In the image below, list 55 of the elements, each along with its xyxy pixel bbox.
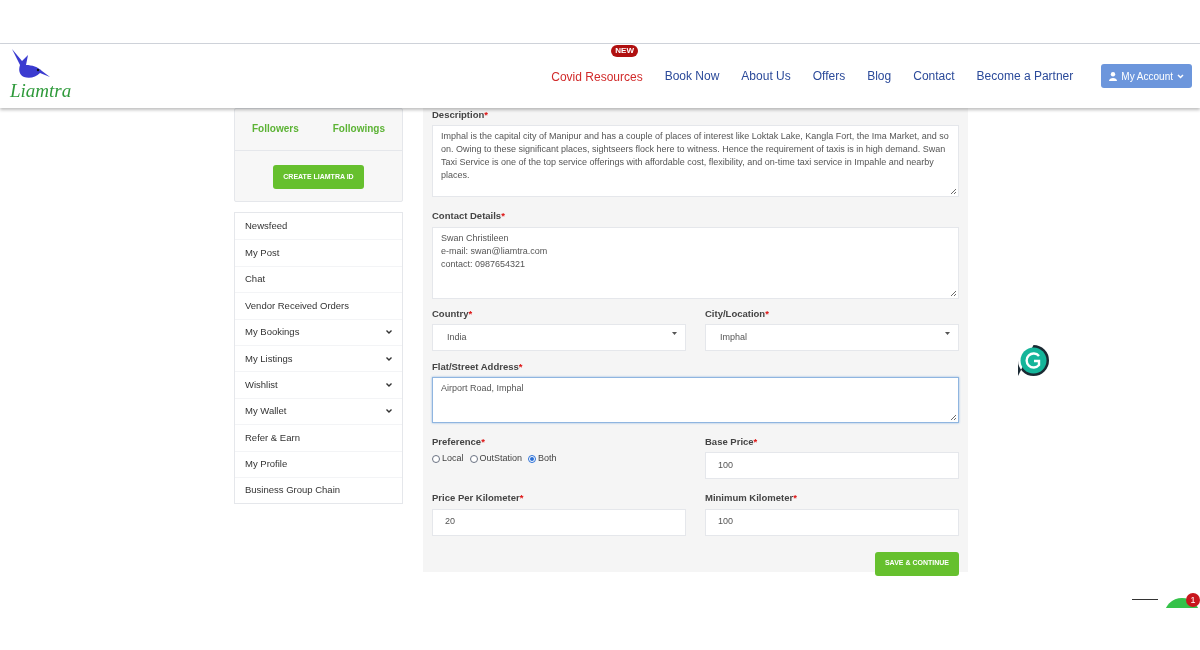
nav-link[interactable]: Become a Partner xyxy=(976,67,1074,85)
field-label: Flat/Street Address* xyxy=(432,359,524,374)
sidebar-item[interactable]: My Bookings xyxy=(235,318,402,345)
field-label: Minimum Kilometer* xyxy=(705,491,798,506)
logo-text: Liamtra xyxy=(10,79,72,103)
select-field[interactable]: India xyxy=(432,323,686,351)
sidebar-item[interactable]: My Listings xyxy=(235,344,402,372)
sidebar-item[interactable]: My Post xyxy=(235,239,402,266)
select-field[interactable]: Imphal xyxy=(705,323,959,351)
input-field[interactable]: 100 xyxy=(705,452,959,480)
dropdown-caret-icon xyxy=(945,331,950,335)
field-label: Contact Details* xyxy=(432,209,506,224)
text-area[interactable]: Swan Christileen e-mail: swan@liamtra.com contact: 0987654321 xyxy=(432,226,959,299)
radio-option[interactable]: Both xyxy=(528,452,557,466)
sidebar-item[interactable]: Chat xyxy=(235,265,402,293)
writing-assistant-icon[interactable] xyxy=(1017,344,1050,377)
input-field[interactable]: 100 xyxy=(705,508,959,536)
stat-label: Followings xyxy=(332,122,385,136)
chevron-down-icon xyxy=(386,409,392,414)
user-icon xyxy=(1109,71,1118,81)
stat-label: Followers xyxy=(252,122,299,136)
sidebar-item[interactable]: Wishlist xyxy=(235,371,402,398)
radio-option[interactable]: Local xyxy=(432,452,464,466)
chevron-down-icon xyxy=(386,383,392,388)
resize-grip-icon xyxy=(950,188,956,195)
resize-grip-icon xyxy=(950,289,956,296)
field-label: Description* xyxy=(432,108,489,122)
notification-badge: 1 xyxy=(1186,593,1200,607)
field-label: Country* xyxy=(432,306,474,321)
field-label: Base Price* xyxy=(705,435,759,449)
caret-icon xyxy=(1177,73,1184,79)
resize-grip-icon xyxy=(950,414,956,420)
nav-link[interactable]: Covid Resources xyxy=(551,70,643,84)
nav-link[interactable]: Blog xyxy=(867,67,892,85)
sidebar-item[interactable]: Vendor Received Orders xyxy=(235,292,402,319)
field-label: Price Per Kilometer* xyxy=(432,491,525,506)
sidebar-item[interactable]: My Wallet xyxy=(235,397,402,425)
sidebar-item[interactable]: Newsfeed xyxy=(235,213,402,240)
new-badge: NEW xyxy=(611,45,638,57)
chevron-down-icon xyxy=(386,356,392,361)
radio-option[interactable]: OutStation xyxy=(469,452,523,466)
nav-link[interactable]: Book Now xyxy=(664,67,720,85)
nav-link[interactable]: About Us xyxy=(741,67,791,85)
sidebar-item[interactable]: Business Group Chain xyxy=(235,476,402,504)
text-area[interactable]: Airport Road, Imphal xyxy=(432,377,959,423)
sidebar-item[interactable]: Refer & Earn xyxy=(235,424,402,451)
text-area[interactable]: Imphal is the capital city of Manipur and has a couple of places of interest like Loktak Lake, Kangla Fort, the Ima Market, and so on. Owing to these significant places, sightseers flock here to witness. Hence the requirement of taxis is in high demand. Swan Taxi Service is one of the top service offerings with affordable cost, flexibility, and on-time taxi service in Impahle and nearby places. xyxy=(432,125,959,198)
chevron-down-icon xyxy=(386,330,392,335)
nav-link[interactable]: Contact xyxy=(913,67,955,85)
nav-link[interactable]: Offers xyxy=(812,67,846,85)
sidebar-item[interactable]: My Profile xyxy=(235,450,402,477)
input-field[interactable]: 20 xyxy=(432,508,686,536)
field-label: City/Location* xyxy=(705,306,770,321)
dropdown-caret-icon xyxy=(672,331,677,335)
field-label: Preference* xyxy=(432,435,486,449)
